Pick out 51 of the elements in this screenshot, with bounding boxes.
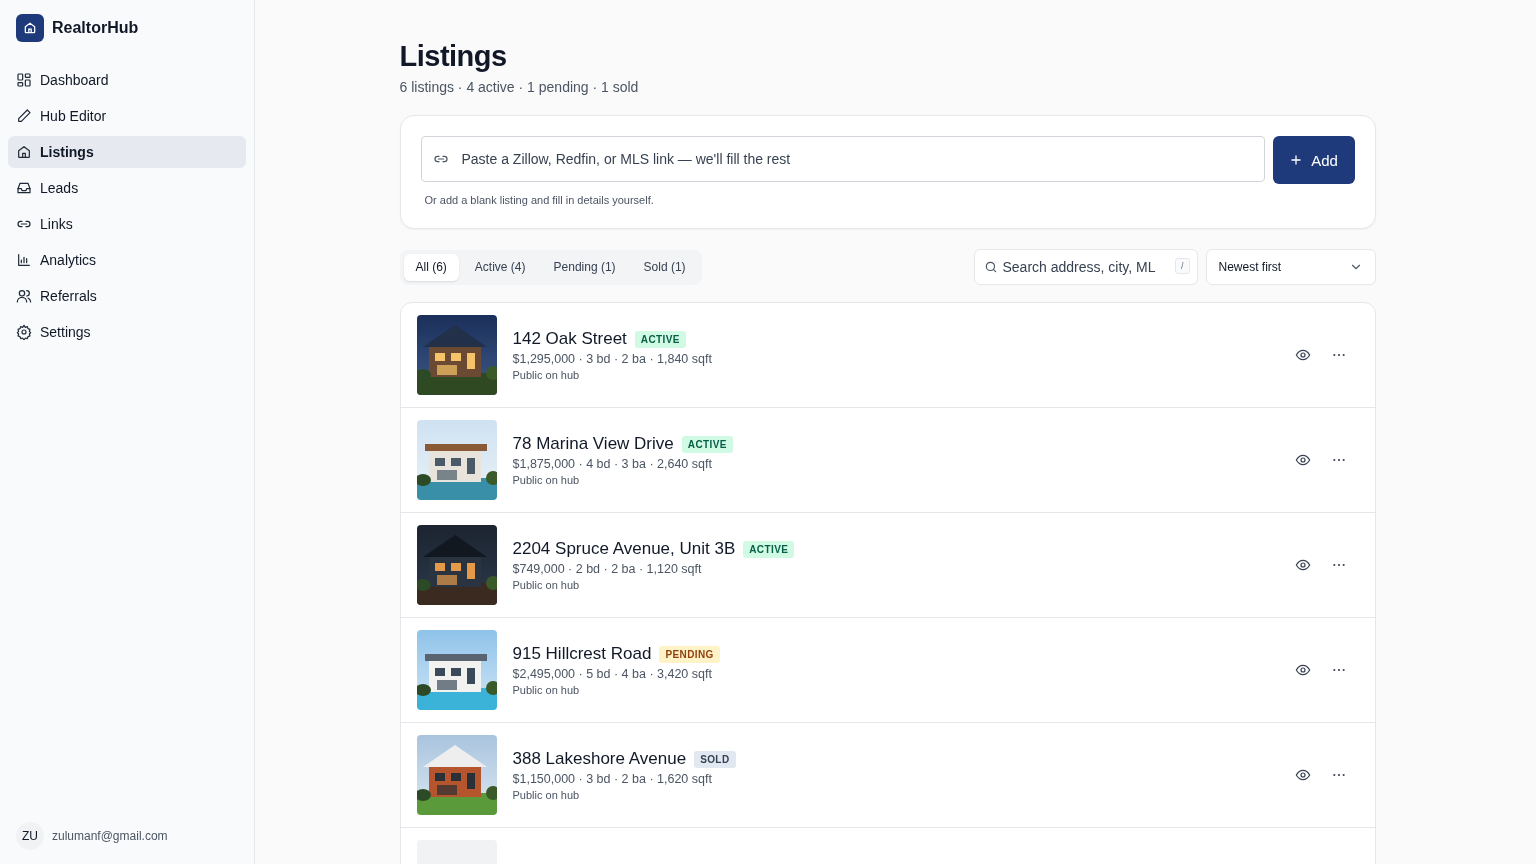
add-button[interactable]: Add	[1272, 136, 1355, 184]
nav-item[interactable]: Links	[8, 208, 246, 240]
logo-icon	[16, 14, 44, 42]
nav-item[interactable]: Settings	[8, 316, 246, 348]
nav-item[interactable]: Dashboard	[8, 64, 246, 96]
plus-icon	[1289, 153, 1304, 167]
import-hint: Or add a blank listing and fill in details yourself.	[423, 194, 655, 206]
page-subtitle: 6 listings · 4 active · 1 pending · 1 sold	[399, 79, 640, 95]
nav-item[interactable]: Analytics	[8, 244, 246, 276]
status-badge: ACTIVE	[634, 330, 686, 348]
status-badge: ACTIVE	[681, 435, 733, 453]
listing-address[interactable]: 142 Oak Street	[512, 329, 627, 349]
search-icon	[983, 260, 998, 274]
grid-icon	[16, 72, 32, 88]
bar-chart-icon	[16, 252, 32, 268]
listing-details: $1,150,000 · 3 bd · 2 ba · 1,620 sqft	[512, 772, 713, 786]
brand-name: RealtorHub	[52, 19, 139, 37]
listing-details: $2,495,000 · 5 bd · 4 ba · 3,420 sqft	[512, 667, 713, 681]
listing-details: $1,295,000 · 3 bd · 2 ba · 1,840 sqft	[512, 352, 713, 366]
filter-tab[interactable]: All (6)	[403, 253, 459, 281]
visibility-label: Public on hub	[512, 474, 581, 486]
visibility-label: Public on hub	[512, 369, 581, 381]
home-icon	[16, 144, 32, 160]
page-title: Listings	[399, 40, 508, 73]
inbox-icon	[16, 180, 32, 196]
listing-address[interactable]: 915 Hillcrest Road	[512, 644, 652, 664]
users-icon	[16, 288, 32, 304]
pencil-icon	[16, 108, 32, 124]
listing-address[interactable]: 78 Marina View Drive	[512, 434, 674, 454]
user-email: zulumanf@gmail.com	[52, 829, 168, 843]
nav-item[interactable]: Referrals	[8, 280, 246, 312]
status-badge: PENDING	[659, 645, 720, 663]
status-badge: SOLD	[694, 750, 736, 768]
user-avatar: ZU	[16, 822, 44, 850]
nav-item[interactable]: Leads	[8, 172, 246, 204]
visibility-label: Public on hub	[512, 579, 581, 591]
url-input-field[interactable]: Paste a Zillow, Redfin, or MLS link — we'll fill the rest	[420, 136, 1265, 182]
listing-details: $1,875,000 · 4 bd · 3 ba · 2,640 sqft	[512, 457, 713, 471]
nav-item[interactable]: Listings	[8, 136, 246, 168]
status-badge: ACTIVE	[743, 540, 795, 558]
settings-icon	[16, 324, 32, 340]
filter-tab[interactable]: Sold (1)	[631, 253, 698, 281]
visibility-label: Public on hub	[512, 789, 581, 801]
listing-address[interactable]: 388 Lakeshore Avenue	[512, 749, 687, 769]
visibility-label: Public on hub	[512, 684, 581, 696]
sort-dropdown[interactable]: Newest first	[1205, 249, 1376, 285]
listing-details: $749,000 · 2 bd · 2 ba · 1,120 sqft	[512, 562, 703, 576]
filter-tab[interactable]: Pending (1)	[541, 253, 628, 281]
filter-tab[interactable]: Active (4)	[462, 253, 538, 281]
listing-address[interactable]: 2204 Spruce Avenue, Unit 3B	[512, 539, 736, 559]
nav-item[interactable]: Hub Editor	[8, 100, 246, 132]
